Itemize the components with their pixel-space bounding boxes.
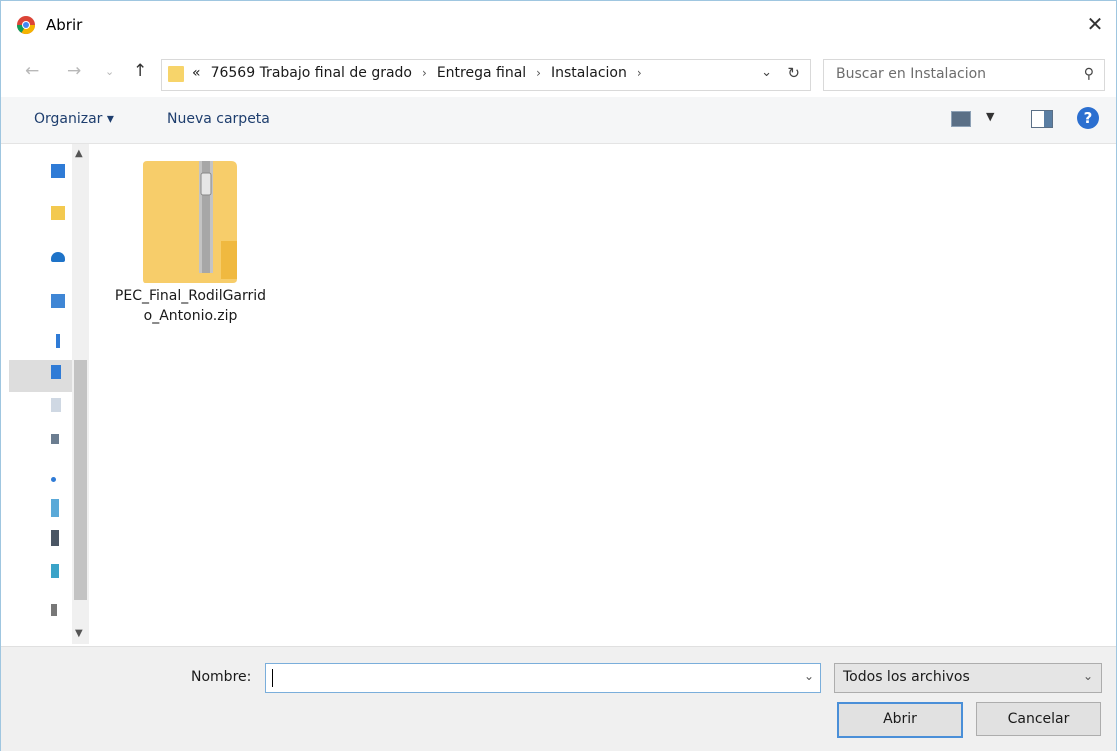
search-placeholder: Buscar en Instalacion: [836, 66, 987, 82]
text-cursor: [272, 669, 273, 687]
refresh-icon[interactable]: ↻: [787, 64, 800, 82]
command-bar: Organizar ▾ Nueva carpeta ▼ ?: [1, 97, 1116, 144]
dialog-footer: Nombre: ⌄ Todos los archivos ⌄ Abrir Can…: [1, 646, 1116, 751]
preview-pane-icon[interactable]: [1031, 110, 1053, 128]
scroll-up-icon[interactable]: ▲: [75, 148, 83, 159]
address-row: ← → ⌄ ↑ « 76569 Trabajo final de grado ›…: [1, 53, 1116, 95]
file-name: PEC_Final_RodilGarrido_Antonio.zip: [114, 288, 267, 324]
nav-selected-item[interactable]: [9, 360, 72, 392]
chevron-down-icon[interactable]: ⌄: [1083, 669, 1093, 683]
file-type-value: Todos los archivos: [843, 669, 970, 685]
chevron-right-icon[interactable]: ›: [536, 66, 541, 80]
cancel-button[interactable]: Cancelar: [976, 702, 1101, 736]
scroll-down-icon[interactable]: ▼: [75, 628, 83, 639]
new-folder-button[interactable]: Nueva carpeta: [167, 111, 270, 127]
chevron-down-icon[interactable]: ⌄: [804, 669, 814, 683]
this-pc-icon[interactable]: [51, 294, 65, 308]
breadcrumb-item[interactable]: 76569 Trabajo final de grado: [211, 65, 412, 81]
scroll-thumb[interactable]: [74, 360, 87, 600]
file-open-dialog: Abrir ✕ ← → ⌄ ↑ « 76569 Trabajo final de…: [0, 0, 1117, 751]
documents-icon[interactable]: [51, 365, 61, 379]
close-icon[interactable]: ✕: [1080, 9, 1110, 39]
forward-arrow-icon[interactable]: →: [67, 61, 81, 81]
search-input[interactable]: Buscar en Instalacion ⚲: [823, 59, 1105, 91]
breadcrumb-prefix[interactable]: «: [192, 65, 201, 81]
filename-label: Nombre:: [191, 669, 252, 685]
help-icon[interactable]: ?: [1077, 107, 1099, 129]
navigation-pane: ▲ ▼: [9, 144, 89, 644]
nav-scrollbar[interactable]: ▲ ▼: [72, 144, 89, 644]
back-arrow-icon[interactable]: ←: [25, 61, 39, 81]
folder-icon: [168, 66, 184, 82]
chrome-icon: [16, 16, 35, 35]
address-dropdown-icon[interactable]: ⌄: [761, 65, 772, 80]
windows-drive-icon[interactable]: [51, 564, 59, 578]
pictures-icon[interactable]: [51, 434, 59, 444]
window-title: Abrir: [46, 16, 83, 34]
network-dot-icon[interactable]: [51, 477, 56, 482]
zip-folder-icon: [143, 161, 237, 283]
downloads-icon[interactable]: [56, 334, 60, 348]
up-arrow-icon[interactable]: ↑: [133, 61, 147, 81]
open-button[interactable]: Abrir: [837, 702, 963, 738]
nav-folder-icon[interactable]: [51, 206, 65, 220]
search-icon[interactable]: ⚲: [1084, 66, 1094, 82]
video-icon[interactable]: [51, 530, 59, 546]
breadcrumb-item[interactable]: Instalacion: [551, 65, 627, 81]
file-icon[interactable]: [51, 398, 61, 412]
address-bar[interactable]: « 76569 Trabajo final de grado › Entrega…: [161, 59, 811, 91]
chevron-right-icon[interactable]: ›: [637, 66, 642, 80]
breadcrumb: « 76569 Trabajo final de grado › Entrega…: [192, 65, 642, 81]
breadcrumb-item[interactable]: Entrega final: [437, 65, 526, 81]
nav-desktop-icon[interactable]: [51, 164, 65, 178]
onedrive-icon[interactable]: [51, 252, 65, 262]
drive-icon[interactable]: [51, 499, 59, 517]
organize-button[interactable]: Organizar ▾: [34, 111, 114, 127]
filename-input[interactable]: ⌄: [265, 663, 821, 693]
chevron-down-icon[interactable]: ⌄: [105, 65, 114, 78]
change-view-icon[interactable]: [951, 111, 971, 127]
chevron-right-icon[interactable]: ›: [422, 66, 427, 80]
title-bar: Abrir ✕: [1, 1, 1116, 51]
view-dropdown-icon[interactable]: ▼: [986, 110, 994, 123]
usb-drive-icon[interactable]: [51, 604, 57, 616]
file-type-select[interactable]: Todos los archivos ⌄: [834, 663, 1102, 693]
